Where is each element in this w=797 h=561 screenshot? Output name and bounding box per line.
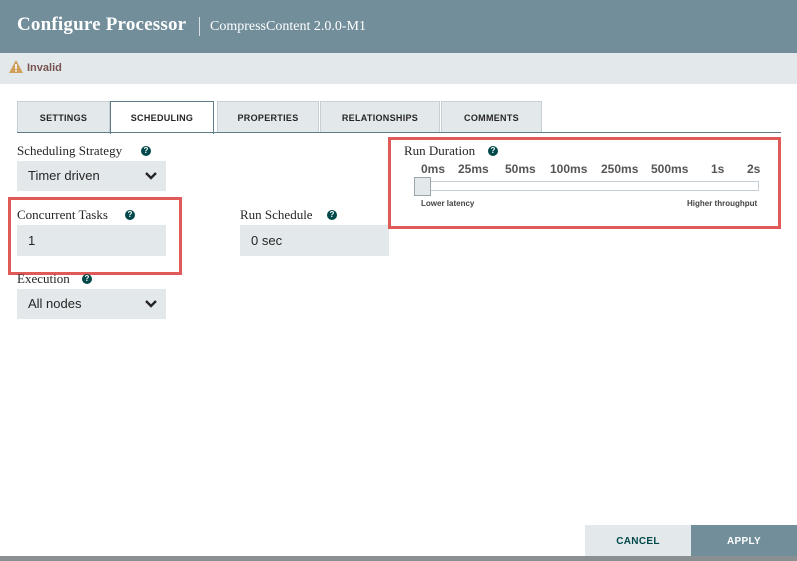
execution-value: All nodes bbox=[28, 296, 82, 311]
run-duration-label: Run Duration bbox=[404, 143, 476, 158]
run-duration-tick[interactable]: 2s bbox=[747, 162, 760, 176]
execution-label: Execution bbox=[17, 271, 70, 286]
run-duration-tick[interactable]: 250ms bbox=[601, 162, 638, 176]
run-duration-tick[interactable]: 50ms bbox=[505, 162, 536, 176]
run-duration-help-icon[interactable]: ? bbox=[488, 146, 498, 156]
apply-button[interactable]: APPLY bbox=[691, 525, 797, 558]
warning-triangle-icon bbox=[9, 60, 23, 73]
concurrent-tasks-label: Concurrent Tasks bbox=[17, 207, 108, 222]
run-duration-tick[interactable]: 0ms bbox=[421, 162, 445, 176]
execution-select[interactable]: All nodes bbox=[17, 289, 166, 319]
run-schedule-help-icon[interactable]: ? bbox=[327, 210, 337, 220]
scheduling-strategy-select[interactable]: Timer driven bbox=[17, 161, 166, 191]
run-schedule-label: Run Schedule bbox=[240, 207, 313, 222]
chevron-down-icon bbox=[145, 172, 157, 180]
cancel-button[interactable]: CANCEL bbox=[585, 525, 691, 558]
tab-underline bbox=[17, 132, 781, 133]
title-separator bbox=[199, 17, 200, 36]
run-duration-tick[interactable]: 500ms bbox=[651, 162, 688, 176]
tab-scheduling[interactable]: SCHEDULING bbox=[110, 101, 214, 134]
dialog-bottom-edge bbox=[0, 556, 797, 561]
run-duration-tick[interactable]: 1s bbox=[711, 162, 724, 176]
tab-properties[interactable]: PROPERTIES bbox=[217, 101, 319, 132]
tab-relationships[interactable]: RELATIONSHIPS bbox=[320, 101, 440, 132]
dialog-title: Configure Processor bbox=[17, 14, 187, 35]
execution-help-icon[interactable]: ? bbox=[82, 274, 92, 284]
scheduling-strategy-help-icon[interactable]: ? bbox=[141, 146, 151, 156]
tab-comments[interactable]: COMMENTS bbox=[441, 101, 542, 132]
concurrent-tasks-input[interactable]: 1 bbox=[17, 225, 166, 256]
scheduling-strategy-label: Scheduling Strategy bbox=[17, 143, 123, 158]
chevron-down-icon bbox=[145, 300, 157, 308]
dialog-header: Configure Processor CompressContent 2.0.… bbox=[0, 0, 797, 53]
run-schedule-input[interactable]: 0 sec bbox=[240, 225, 389, 256]
run-duration-slider-track[interactable] bbox=[416, 181, 759, 191]
status-text: Invalid bbox=[27, 62, 62, 74]
concurrent-tasks-help-icon[interactable]: ? bbox=[125, 210, 135, 220]
validation-status-bar: Invalid bbox=[0, 53, 797, 84]
scheduling-strategy-value: Timer driven bbox=[28, 168, 100, 183]
run-duration-tick[interactable]: 100ms bbox=[550, 162, 587, 176]
lower-latency-label: Lower latency bbox=[421, 199, 475, 208]
tab-settings[interactable]: SETTINGS bbox=[17, 101, 110, 132]
run-duration-slider-handle[interactable] bbox=[414, 177, 431, 196]
dialog-subtitle: CompressContent 2.0.0-M1 bbox=[210, 19, 366, 34]
higher-throughput-label: Higher throughput bbox=[687, 199, 758, 208]
run-duration-tick[interactable]: 25ms bbox=[458, 162, 489, 176]
